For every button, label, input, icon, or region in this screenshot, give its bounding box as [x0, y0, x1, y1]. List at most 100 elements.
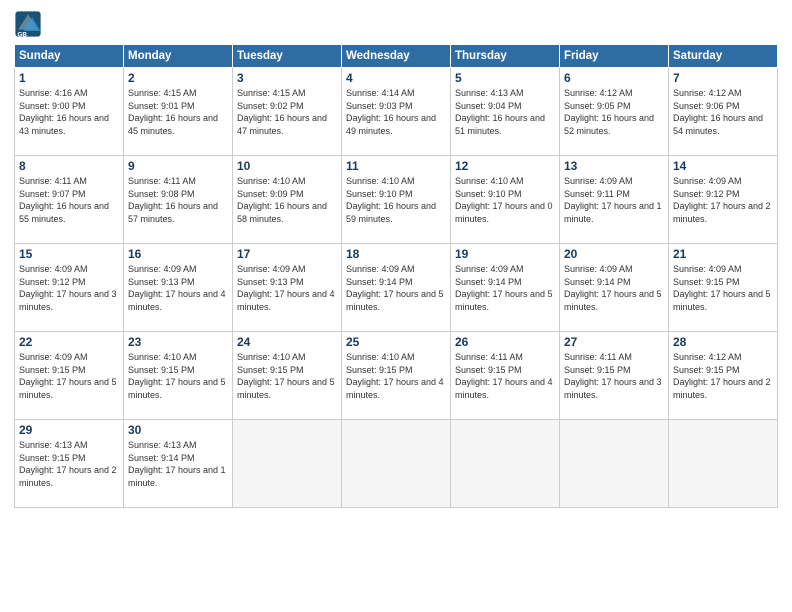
calendar-cell: 3 Sunrise: 4:15 AMSunset: 9:02 PMDaylight… — [233, 68, 342, 156]
day-number: 11 — [346, 159, 446, 173]
calendar-cell: 24 Sunrise: 4:10 AMSunset: 9:15 PMDayligh… — [233, 332, 342, 420]
day-info: Sunrise: 4:09 AMSunset: 9:11 PMDaylight:… — [564, 175, 664, 225]
calendar-cell: 14 Sunrise: 4:09 AMSunset: 9:12 PMDayligh… — [669, 156, 778, 244]
calendar-cell: 22Sunrise: 4:09 AMSunset: 9:15 PMDayligh… — [15, 332, 124, 420]
page: GB SundayMondayTuesdayWednesdayThursdayF… — [0, 0, 792, 612]
day-info: Sunrise: 4:09 AMSunset: 9:12 PMDaylight:… — [19, 263, 119, 313]
day-number: 28 — [673, 335, 773, 349]
calendar-cell: 25 Sunrise: 4:10 AMSunset: 9:15 PMDayligh… — [342, 332, 451, 420]
calendar-cell — [233, 420, 342, 508]
day-info: Sunrise: 4:13 AMSunset: 9:15 PMDaylight:… — [19, 439, 119, 489]
calendar-cell: 28 Sunrise: 4:12 AMSunset: 9:15 PMDayligh… — [669, 332, 778, 420]
day-number: 12 — [455, 159, 555, 173]
day-number: 2 — [128, 71, 228, 85]
day-info: Sunrise: 4:16 AMSunset: 9:00 PMDaylight:… — [19, 87, 119, 137]
calendar-cell: 1 Sunrise: 4:16 AMSunset: 9:00 PMDaylight… — [15, 68, 124, 156]
day-number: 13 — [564, 159, 664, 173]
day-number: 7 — [673, 71, 773, 85]
day-info: Sunrise: 4:10 AMSunset: 9:15 PMDaylight:… — [346, 351, 446, 401]
day-info: Sunrise: 4:10 AMSunset: 9:15 PMDaylight:… — [237, 351, 337, 401]
calendar-cell: 5 Sunrise: 4:13 AMSunset: 9:04 PMDaylight… — [451, 68, 560, 156]
day-info: Sunrise: 4:09 AMSunset: 9:15 PMDaylight:… — [673, 263, 773, 313]
day-info: Sunrise: 4:15 AMSunset: 9:01 PMDaylight:… — [128, 87, 228, 137]
day-info: Sunrise: 4:12 AMSunset: 9:15 PMDaylight:… — [673, 351, 773, 401]
header: GB — [14, 10, 778, 38]
weekday-header: Friday — [560, 45, 669, 68]
calendar-cell: 9 Sunrise: 4:11 AMSunset: 9:08 PMDaylight… — [124, 156, 233, 244]
day-info: Sunrise: 4:09 AMSunset: 9:14 PMDaylight:… — [346, 263, 446, 313]
day-number: 27 — [564, 335, 664, 349]
calendar-cell: 30 Sunrise: 4:13 AMSunset: 9:14 PMDayligh… — [124, 420, 233, 508]
day-number: 15 — [19, 247, 119, 261]
day-number: 10 — [237, 159, 337, 173]
day-number: 20 — [564, 247, 664, 261]
calendar-cell: 27 Sunrise: 4:11 AMSunset: 9:15 PMDayligh… — [560, 332, 669, 420]
day-number: 29 — [19, 423, 119, 437]
day-number: 17 — [237, 247, 337, 261]
day-info: Sunrise: 4:10 AMSunset: 9:10 PMDaylight:… — [455, 175, 555, 225]
calendar-cell: 19 Sunrise: 4:09 AMSunset: 9:14 PMDayligh… — [451, 244, 560, 332]
day-info: Sunrise: 4:13 AMSunset: 9:14 PMDaylight:… — [128, 439, 228, 489]
day-info: Sunrise: 4:14 AMSunset: 9:03 PMDaylight:… — [346, 87, 446, 137]
calendar-cell — [669, 420, 778, 508]
day-info: Sunrise: 4:13 AMSunset: 9:04 PMDaylight:… — [455, 87, 555, 137]
calendar-cell — [342, 420, 451, 508]
day-info: Sunrise: 4:11 AMSunset: 9:07 PMDaylight:… — [19, 175, 119, 225]
calendar-cell: 8Sunrise: 4:11 AMSunset: 9:07 PMDaylight… — [15, 156, 124, 244]
calendar-cell: 7Sunrise: 4:12 AMSunset: 9:06 PMDaylight… — [669, 68, 778, 156]
calendar-cell: 23 Sunrise: 4:10 AMSunset: 9:15 PMDayligh… — [124, 332, 233, 420]
calendar-cell: 13 Sunrise: 4:09 AMSunset: 9:11 PMDayligh… — [560, 156, 669, 244]
day-number: 5 — [455, 71, 555, 85]
weekday-header: Sunday — [15, 45, 124, 68]
day-number: 30 — [128, 423, 228, 437]
calendar-cell: 6 Sunrise: 4:12 AMSunset: 9:05 PMDaylight… — [560, 68, 669, 156]
day-info: Sunrise: 4:10 AMSunset: 9:10 PMDaylight:… — [346, 175, 446, 225]
svg-text:GB: GB — [18, 32, 28, 38]
calendar-cell: 17 Sunrise: 4:09 AMSunset: 9:13 PMDayligh… — [233, 244, 342, 332]
calendar-cell — [451, 420, 560, 508]
calendar-cell: 26 Sunrise: 4:11 AMSunset: 9:15 PMDayligh… — [451, 332, 560, 420]
day-number: 6 — [564, 71, 664, 85]
day-info: Sunrise: 4:11 AMSunset: 9:15 PMDaylight:… — [564, 351, 664, 401]
day-info: Sunrise: 4:10 AMSunset: 9:15 PMDaylight:… — [128, 351, 228, 401]
day-number: 19 — [455, 247, 555, 261]
day-info: Sunrise: 4:11 AMSunset: 9:15 PMDaylight:… — [455, 351, 555, 401]
day-number: 26 — [455, 335, 555, 349]
weekday-header: Tuesday — [233, 45, 342, 68]
calendar-cell: 2 Sunrise: 4:15 AMSunset: 9:01 PMDaylight… — [124, 68, 233, 156]
calendar-cell: 11 Sunrise: 4:10 AMSunset: 9:10 PMDayligh… — [342, 156, 451, 244]
day-number: 1 — [19, 71, 119, 85]
calendar-cell: 12 Sunrise: 4:10 AMSunset: 9:10 PMDayligh… — [451, 156, 560, 244]
day-number: 3 — [237, 71, 337, 85]
calendar-cell: 21 Sunrise: 4:09 AMSunset: 9:15 PMDayligh… — [669, 244, 778, 332]
weekday-header: Saturday — [669, 45, 778, 68]
weekday-header: Thursday — [451, 45, 560, 68]
calendar-cell: 20 Sunrise: 4:09 AMSunset: 9:14 PMDayligh… — [560, 244, 669, 332]
day-number: 21 — [673, 247, 773, 261]
calendar-cell: 29 Sunrise: 4:13 AMSunset: 9:15 PMDayligh… — [15, 420, 124, 508]
day-info: Sunrise: 4:12 AMSunset: 9:05 PMDaylight:… — [564, 87, 664, 137]
calendar-cell: 10 Sunrise: 4:10 AMSunset: 9:09 PMDayligh… — [233, 156, 342, 244]
day-number: 22 — [19, 335, 119, 349]
day-number: 24 — [237, 335, 337, 349]
logo-icon: GB — [14, 10, 42, 38]
day-info: Sunrise: 4:15 AMSunset: 9:02 PMDaylight:… — [237, 87, 337, 137]
day-info: Sunrise: 4:09 AMSunset: 9:13 PMDaylight:… — [128, 263, 228, 313]
day-info: Sunrise: 4:09 AMSunset: 9:12 PMDaylight:… — [673, 175, 773, 225]
day-number: 18 — [346, 247, 446, 261]
calendar-cell: 15 Sunrise: 4:09 AMSunset: 9:12 PMDayligh… — [15, 244, 124, 332]
day-number: 9 — [128, 159, 228, 173]
day-info: Sunrise: 4:09 AMSunset: 9:13 PMDaylight:… — [237, 263, 337, 313]
day-info: Sunrise: 4:09 AMSunset: 9:14 PMDaylight:… — [455, 263, 555, 313]
day-number: 14 — [673, 159, 773, 173]
calendar-cell: 18 Sunrise: 4:09 AMSunset: 9:14 PMDayligh… — [342, 244, 451, 332]
day-info: Sunrise: 4:11 AMSunset: 9:08 PMDaylight:… — [128, 175, 228, 225]
day-number: 16 — [128, 247, 228, 261]
day-info: Sunrise: 4:10 AMSunset: 9:09 PMDaylight:… — [237, 175, 337, 225]
day-info: Sunrise: 4:09 AMSunset: 9:14 PMDaylight:… — [564, 263, 664, 313]
day-number: 25 — [346, 335, 446, 349]
day-number: 23 — [128, 335, 228, 349]
day-number: 4 — [346, 71, 446, 85]
calendar-cell: 4 Sunrise: 4:14 AMSunset: 9:03 PMDaylight… — [342, 68, 451, 156]
calendar-cell: 16 Sunrise: 4:09 AMSunset: 9:13 PMDayligh… — [124, 244, 233, 332]
